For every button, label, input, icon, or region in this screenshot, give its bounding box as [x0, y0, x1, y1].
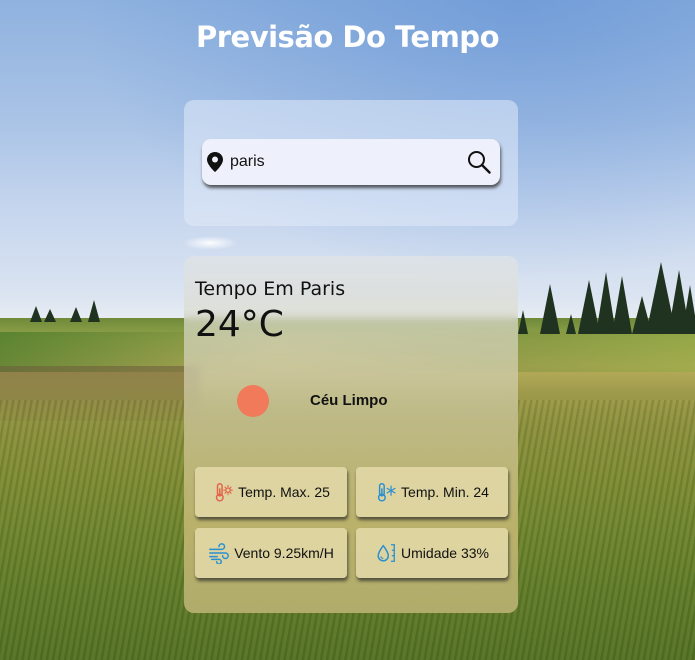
- humidity-icon: [377, 544, 395, 562]
- temperature: 24°C: [195, 304, 284, 345]
- search-input[interactable]: [230, 149, 458, 175]
- search-panel: [184, 100, 518, 226]
- temp-min-card: Temp. Min. 24: [356, 467, 508, 517]
- wind-card: Vento 9.25km/H: [195, 528, 347, 578]
- thermometer-cold-icon: [377, 483, 396, 502]
- page-title: Previsão Do Tempo: [195, 20, 500, 54]
- wind-label: Vento 9.25km/H: [234, 545, 334, 561]
- temp-min-label: Temp. Min. 24: [401, 484, 489, 500]
- location-pin-icon: [207, 152, 223, 172]
- temp-max-card: Temp. Max. 25: [195, 467, 347, 517]
- search-box[interactable]: [202, 139, 500, 185]
- humidity-card: Umidade 33%: [356, 528, 508, 578]
- wind-icon: [209, 543, 230, 564]
- thermometer-hot-icon: [215, 483, 233, 502]
- condition-label: Céu Limpo: [310, 392, 388, 409]
- temp-max-label: Temp. Max. 25: [238, 484, 330, 500]
- city-label: Tempo Em Paris: [195, 278, 346, 300]
- app-background: Previsão Do Tempo Tempo Em Paris 24°C Cé…: [0, 0, 695, 660]
- weather-card: Tempo Em Paris 24°C Céu Limpo Temp. Max.…: [184, 256, 518, 613]
- sun-icon: [237, 385, 269, 417]
- search-icon[interactable]: [467, 150, 491, 174]
- humidity-label: Umidade 33%: [401, 545, 489, 561]
